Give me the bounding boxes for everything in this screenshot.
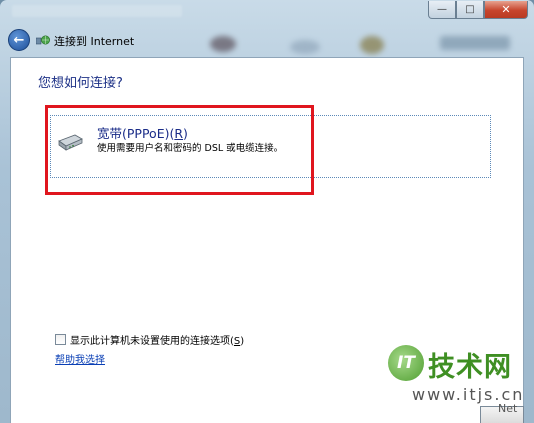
network-globe-icon (36, 35, 50, 45)
wizard-title: 连接到 Internet (54, 35, 135, 48)
minimize-button[interactable]: — (428, 1, 456, 19)
background-blur (360, 36, 384, 54)
blurred-title-text (12, 5, 182, 17)
checkbox-label: 显示此计算机未设置使用的连接选项(S) (70, 332, 244, 347)
watermark: IT 技术网 www.itjs.cn Net (388, 345, 526, 415)
close-icon: ✕ (501, 3, 511, 16)
back-arrow-icon: ← (13, 32, 25, 48)
watermark-logo-icon: IT (388, 345, 424, 381)
maximize-button[interactable]: □ (456, 1, 484, 19)
help-me-choose-link[interactable]: 帮助我选择 (55, 351, 105, 366)
close-button[interactable]: ✕ (484, 1, 528, 19)
background-blur (440, 36, 510, 50)
checkbox-label-text: 显示此计算机未设置使用的连接选项( (70, 336, 234, 347)
maximize-icon: □ (465, 4, 475, 15)
modem-icon (58, 134, 83, 151)
minimize-icon: — (437, 4, 447, 15)
window-controls: — □ ✕ (428, 1, 528, 19)
back-button[interactable]: ← (8, 29, 30, 51)
title-bar: — □ ✕ (0, 0, 534, 26)
background-blur (210, 36, 236, 52)
option-title-text: 宽带(PPPoE)( (97, 126, 175, 141)
watermark-suffix: Net (498, 402, 518, 415)
show-unconfigured-options-row[interactable]: 显示此计算机未设置使用的连接选项(S) (55, 332, 244, 347)
watermark-text: 技术网 (428, 352, 512, 383)
connection-option-pppoe[interactable]: 宽带(PPPoE)(R) 使用需要用户名和密码的 DSL 或电缆连接。 (50, 115, 491, 178)
background-blur (290, 40, 320, 54)
nav-bar: ← 连接到 Internet (0, 26, 534, 54)
option-description: 使用需要用户名和密码的 DSL 或电缆连接。 (97, 143, 284, 154)
option-title-suffix: ) (183, 126, 188, 141)
page-heading: 您想如何连接? (38, 76, 123, 91)
wizard-window: — □ ✕ ← 连接到 Internet 您想如何连接? 宽带(PPPoE)(R… (0, 0, 534, 423)
show-unconfigured-options-checkbox[interactable] (55, 334, 66, 345)
checkbox-label-suffix: ) (240, 336, 245, 347)
option-title-accelerator: R (174, 126, 184, 141)
